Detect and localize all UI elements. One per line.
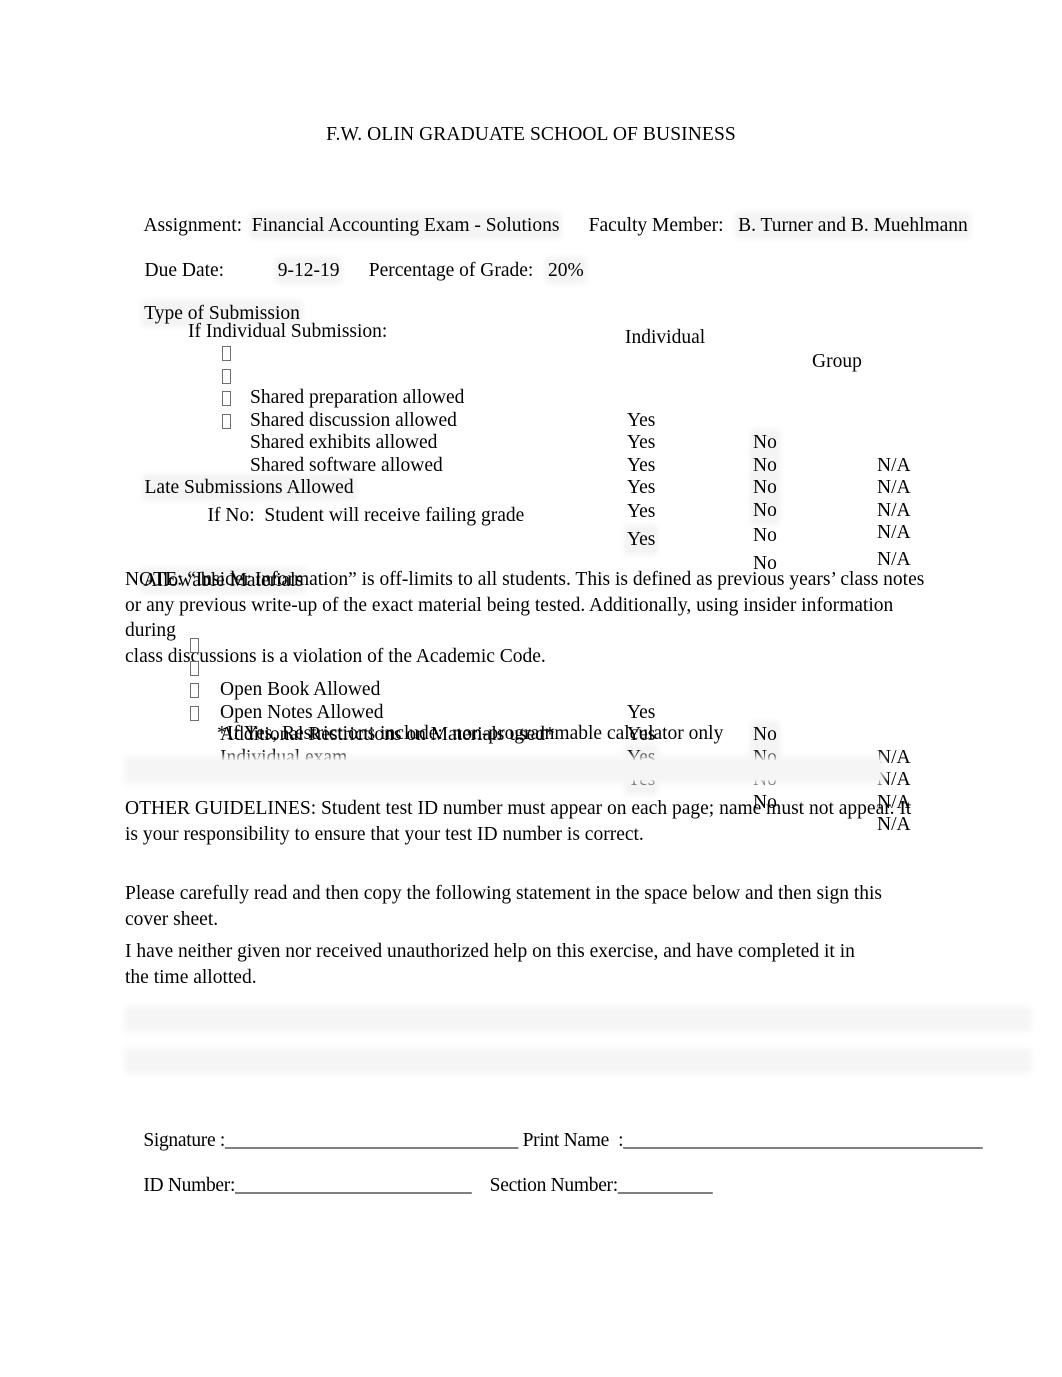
if-individual-submission-label: If Individual Submission: (188, 321, 388, 342)
section-number-rule[interactable]: __________ (618, 1175, 713, 1196)
id-number-label: ID Number: (143, 1175, 236, 1196)
signature-label: Signature : (143, 1130, 226, 1151)
checkbox-icon[interactable] (222, 413, 231, 429)
document-page: F.W. OLIN GRADUATE SCHOOL OF BUSINESS As… (0, 0, 1062, 1377)
print-name-label: Print Name : (522, 1130, 624, 1151)
checklist-row: Open Book Allowed Yes No N/A (125, 634, 940, 768)
checkbox-icon[interactable] (222, 346, 231, 361)
print-name-rule[interactable]: ______________________________________ (623, 1130, 982, 1151)
copy-instruction: Please carefully read and then copy the … (125, 881, 965, 933)
checklist-row: Shared software allowed Yes No N/A (125, 410, 940, 543)
checkbox-icon[interactable] (190, 638, 199, 653)
checklist-row: Shared exhibits allowed Yes No N/A (125, 387, 940, 521)
assignment-value: Financial Accounting Exam - Solutions (251, 215, 560, 236)
checklist-row: Additional Restrictions on Materials use… (125, 679, 940, 813)
checkbox-icon[interactable] (222, 391, 231, 406)
blank-highlight-bar (128, 760, 880, 780)
option-yes[interactable]: Yes (627, 528, 656, 552)
statement-write-line-1[interactable] (128, 1010, 1028, 1028)
note-line-1: NOTE: “Insider Information” is off-limit… (125, 569, 925, 590)
signature-rule[interactable]: _______________________________ (225, 1130, 518, 1151)
honor-statement-line-2: the time allotted. (125, 967, 257, 988)
statement-write-line-2[interactable] (128, 1052, 1028, 1070)
honor-statement: I have neither given nor received unauth… (125, 939, 965, 991)
option-na[interactable]: N/A (877, 747, 911, 770)
page-title: F.W. OLIN GRADUATE SCHOOL OF BUSINESS (326, 124, 736, 145)
individual-submission-checklist: Shared preparation allowed Yes No N/A Sh… (125, 342, 940, 543)
other-guidelines-line-2: is your responsibility to ensure that yo… (125, 823, 644, 845)
assignment-label: Assignment: (143, 215, 243, 236)
late-submissions-sub-label: If No: Student will receive failing grad… (207, 505, 525, 526)
faculty-value: B. Turner and B. Muehlmann (738, 215, 968, 236)
checkbox-icon[interactable] (222, 368, 231, 384)
checklist-row: Open Notes Allowed Yes No N/A (125, 657, 940, 790)
id-number-row: ID Number:_________________________ Sect… (125, 1150, 965, 1222)
section-number-label: Section Number: (489, 1175, 618, 1196)
copy-instruction-line-1: Please carefully read and then copy the … (125, 883, 883, 904)
honor-statement-line-1: I have neither given nor received unauth… (125, 941, 855, 962)
other-guidelines-line-1: OTHER GUIDELINES: Student test ID number… (125, 798, 912, 819)
checkbox-icon[interactable] (190, 705, 199, 721)
checkbox-icon[interactable] (190, 683, 199, 698)
faculty-label: Faculty Member: (588, 215, 724, 236)
other-guidelines: OTHER GUIDELINES: Student test ID number… (125, 796, 965, 847)
checklist-row: Shared discussion allowed Yes No N/A (125, 365, 940, 498)
checkbox-icon[interactable] (190, 660, 199, 676)
option-no[interactable]: No (753, 724, 777, 747)
id-number-rule[interactable]: _________________________ (235, 1175, 472, 1196)
checklist-row: Individual exam Yes No N/A (125, 702, 940, 835)
allowable-materials-checklist: Open Book Allowed Yes No N/A Open Notes … (125, 634, 940, 835)
option-na[interactable]: N/A (877, 769, 911, 792)
copy-instruction-line-2: cover sheet. (125, 909, 219, 930)
restrictions-note: *If Yes, Restrictions include: non-progr… (217, 723, 724, 744)
checklist-row: Shared preparation allowed Yes No N/A (125, 342, 940, 476)
